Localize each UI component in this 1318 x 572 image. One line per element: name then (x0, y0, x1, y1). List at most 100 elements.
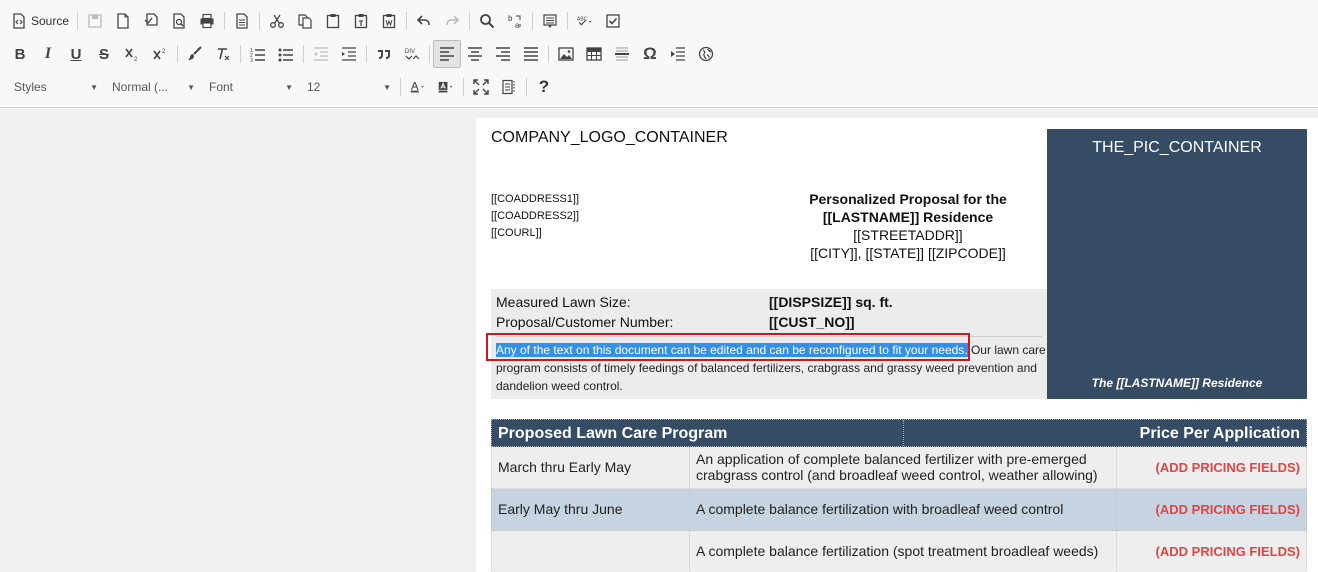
print-button[interactable] (193, 7, 221, 35)
table-row[interactable]: Early May thru June A complete balance f… (491, 489, 1307, 531)
undo-button[interactable] (410, 7, 438, 35)
company-logo-placeholder[interactable]: COMPANY_LOGO_CONTAINER (491, 129, 728, 147)
font-size-dropdown[interactable]: 12 ▼ (299, 74, 397, 100)
maximize-button[interactable] (467, 73, 495, 101)
divider (689, 531, 690, 572)
selected-text[interactable]: Any of the text on this document can be … (496, 343, 968, 357)
format-dropdown[interactable]: Normal (... ▼ (104, 74, 201, 100)
picture-caption: The [[LASTNAME]] Residence (1091, 376, 1263, 390)
bold-button[interactable]: B (6, 40, 34, 68)
divider (903, 420, 904, 446)
paste-word-button[interactable] (375, 7, 403, 35)
source-button[interactable]: Source (6, 7, 74, 35)
increase-indent-button[interactable] (335, 40, 363, 68)
cut-button[interactable] (263, 7, 291, 35)
font-size-dropdown-label: 12 (307, 80, 321, 94)
copy-button[interactable] (291, 7, 319, 35)
save-button[interactable] (81, 7, 109, 35)
document-button[interactable] (228, 7, 256, 35)
bold-icon: B (14, 45, 26, 63)
picture-container[interactable]: THE_PIC_CONTAINER The [[LASTNAME]] Resid… (1047, 129, 1307, 399)
toolbar-row-2: B I U S 2 2 123 DIV Ω (6, 39, 720, 69)
divider (689, 447, 690, 488)
strikethrough-icon: S (98, 45, 109, 63)
company-address-block[interactable]: [[COADDRESS1]] [[COADDRESS2]] [[COURL]] (491, 191, 579, 242)
separator (567, 12, 569, 30)
background-color-button[interactable] (432, 73, 460, 101)
strikethrough-button[interactable]: S (90, 40, 118, 68)
font-dropdown-label: Font (209, 80, 234, 94)
divider (1116, 531, 1117, 572)
replace-button[interactable]: ba (501, 7, 529, 35)
divider (1116, 489, 1117, 530)
customer-number-row: Proposal/Customer Number: [[CUST_NO]] (496, 314, 855, 330)
proposal-heading[interactable]: Personalized Proposal for the [[LASTNAME… (766, 190, 1050, 262)
underline-button[interactable]: U (62, 40, 90, 68)
bulleted-list-icon (278, 48, 293, 62)
superscript-button[interactable]: 2 (146, 40, 174, 68)
separator (469, 12, 471, 30)
outdent-icon (314, 47, 328, 61)
customer-number-value: [[CUST_NO]] (769, 314, 855, 330)
align-left-button[interactable] (433, 40, 461, 68)
find-button[interactable] (473, 7, 501, 35)
paintbrush-icon (188, 46, 202, 60)
special-char-button[interactable]: Ω (636, 40, 664, 68)
intro-paragraph[interactable]: Any of the text on this document can be … (496, 341, 1046, 395)
document-page[interactable]: COMPANY_LOGO_CONTAINER [[COADDRESS1]] [[… (476, 118, 1318, 572)
text-color-button[interactable] (404, 73, 432, 101)
scayt-button[interactable] (599, 7, 627, 35)
page-break-icon (671, 47, 685, 61)
horizontal-rule-button[interactable] (608, 40, 636, 68)
price-cell: (ADD PRICING FIELDS) (1155, 544, 1300, 559)
decrease-indent-button[interactable] (307, 40, 335, 68)
image-button[interactable] (552, 40, 580, 68)
maximize-icon (473, 79, 489, 95)
spellcheck-button[interactable]: ABC (571, 7, 599, 35)
blockquote-button[interactable] (370, 40, 398, 68)
svg-text:3: 3 (250, 58, 253, 62)
chevron-down-icon: ▼ (187, 82, 195, 92)
paste-button[interactable] (319, 7, 347, 35)
chevron-down-icon: ▼ (383, 82, 391, 92)
justify-button[interactable] (517, 40, 545, 68)
lawn-info-box[interactable]: Measured Lawn Size: [[DISPSIZE]] sq. ft.… (491, 289, 1047, 399)
page-break-button[interactable] (664, 40, 692, 68)
align-right-button[interactable] (489, 40, 517, 68)
new-page-button[interactable] (109, 7, 137, 35)
copy-formatting-button[interactable] (181, 40, 209, 68)
table-row[interactable]: A complete balance fertilization (spot t… (491, 531, 1307, 572)
redo-button[interactable] (438, 7, 466, 35)
table-row[interactable]: March thru Early May An application of c… (491, 447, 1307, 489)
italic-button[interactable]: I (34, 40, 62, 68)
select-all-icon (543, 14, 557, 28)
header-price: Price Per Application (1139, 425, 1300, 442)
numbered-list-button[interactable]: 123 (244, 40, 272, 68)
align-center-button[interactable] (461, 40, 489, 68)
help-button[interactable]: ? (530, 73, 558, 101)
styles-dropdown[interactable]: Styles ▼ (6, 74, 104, 100)
toolbar-row-1: Source b a ABC (6, 6, 627, 36)
divider (689, 489, 690, 530)
svg-text:2: 2 (162, 49, 166, 55)
select-all-button[interactable] (536, 7, 564, 35)
iframe-button[interactable] (692, 40, 720, 68)
horizontal-rule-icon (615, 47, 629, 61)
create-div-button[interactable]: DIV (398, 40, 426, 68)
div-container-icon: DIV (405, 49, 420, 60)
pricing-table[interactable]: Proposed Lawn Care Program Price Per App… (491, 419, 1307, 572)
font-dropdown[interactable]: Font ▼ (201, 74, 299, 100)
table-button[interactable] (580, 40, 608, 68)
separator (400, 78, 401, 96)
subscript-button[interactable]: 2 (118, 40, 146, 68)
bulleted-list-button[interactable] (272, 40, 300, 68)
separator (77, 12, 79, 30)
remove-format-button[interactable] (209, 40, 237, 68)
paste-text-button[interactable] (347, 7, 375, 35)
show-blocks-button[interactable] (495, 73, 523, 101)
templates-button[interactable] (137, 7, 165, 35)
description-cell: A complete balance fertilization (spot t… (696, 543, 1099, 559)
editor-toolbar: Source b a ABC B I U S 2 2 1 2 3 DIV Ω S… (0, 0, 1318, 108)
preview-button[interactable] (165, 7, 193, 35)
undo-icon (416, 15, 430, 25)
